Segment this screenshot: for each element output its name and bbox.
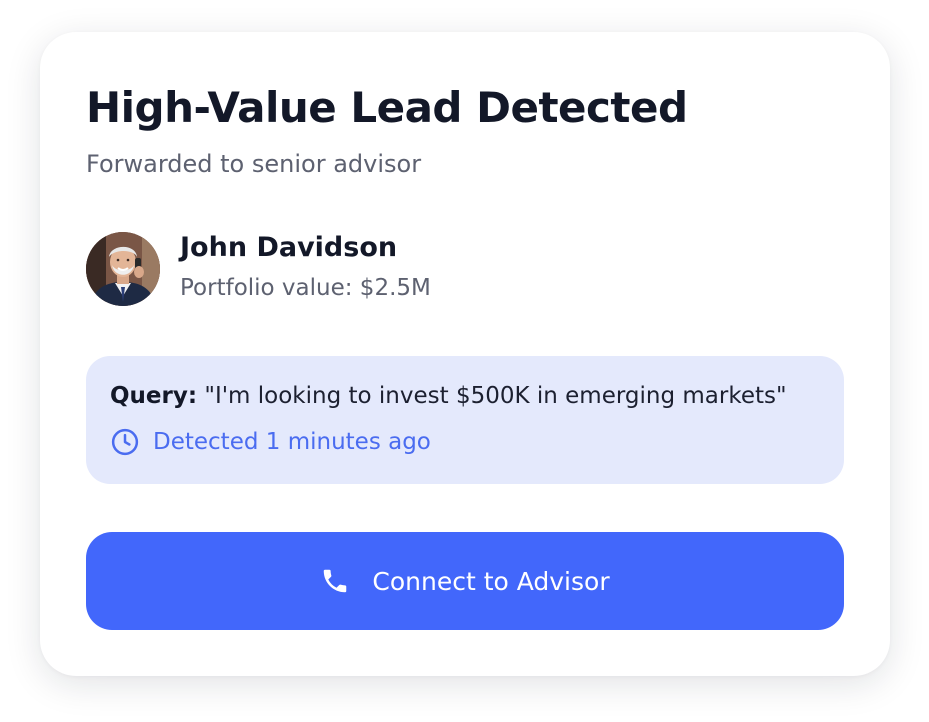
lead-alert-card: High-Value Lead Detected Forwarded to se… — [40, 32, 890, 676]
lead-profile: John Davidson Portfolio value: $2.5M — [86, 230, 786, 308]
query-text: "I'm looking to invest $500K in emerging… — [204, 383, 787, 409]
phone-icon — [320, 566, 350, 596]
query-label: Query: — [110, 383, 198, 409]
connect-to-advisor-button[interactable]: Connect to Advisor — [86, 532, 844, 630]
lead-name: John Davidson — [180, 232, 398, 263]
query-panel: Query: "I'm looking to invest $500K in e… — [86, 356, 844, 484]
card-title: High-Value Lead Detected — [86, 83, 688, 132]
detected-time: Detected 1 minutes ago — [153, 429, 431, 455]
detected-status: Detected 1 minutes ago — [110, 426, 431, 458]
avatar — [86, 232, 160, 306]
portfolio-value: Portfolio value: $2.5M — [180, 275, 431, 301]
card-subtitle: Forwarded to senior advisor — [86, 150, 422, 178]
connect-button-label: Connect to Advisor — [372, 566, 610, 596]
clock-icon — [110, 427, 140, 457]
query-line: Query: "I'm looking to invest $500K in e… — [110, 380, 787, 412]
